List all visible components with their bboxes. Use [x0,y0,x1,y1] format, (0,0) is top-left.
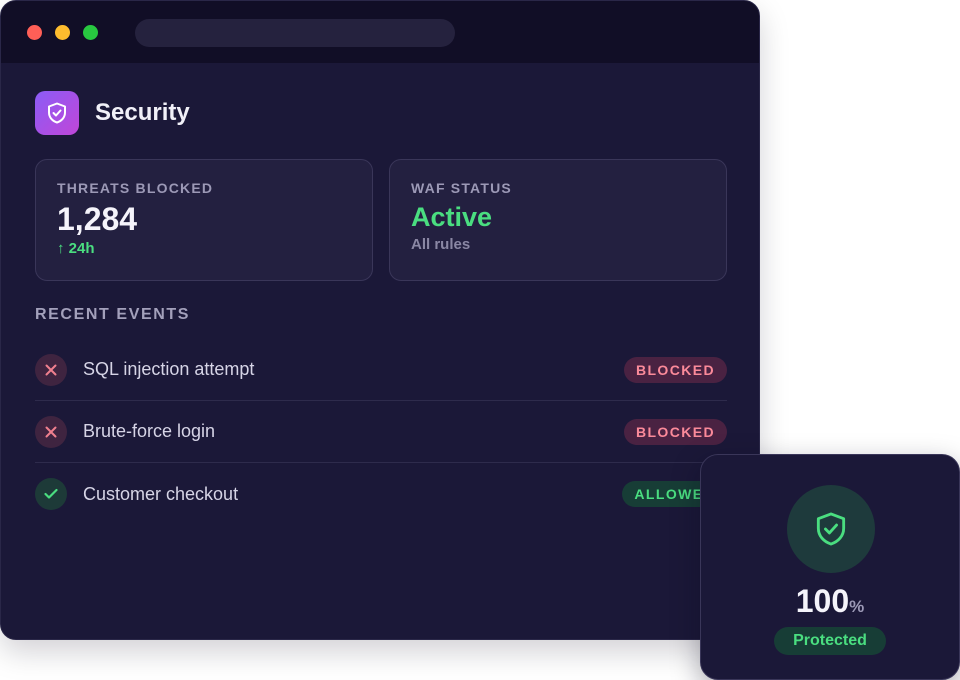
x-icon [35,415,67,448]
page-title: Security [95,99,190,126]
threats-blocked-label: THREATS BLOCKED [57,180,214,196]
protection-unit: % [849,597,865,616]
shield-check-icon [35,91,79,135]
threats-trend: ↑ 24h [57,240,351,257]
check-icon [35,478,67,510]
threats-trend-period: 24h [68,240,95,257]
waf-status-card: WAF STATUS Active All rules [389,159,727,281]
status-badge: BLOCKED [623,418,727,445]
security-window: Security THREATS BLOCKED 1,284 ↑ 24h WAF… [0,0,760,640]
event-row[interactable]: Brute-force login BLOCKED [35,401,727,463]
protection-status-badge: Protected [774,627,886,655]
status-badge: BLOCKED [623,356,727,383]
event-label: Customer checkout [83,483,239,504]
address-bar[interactable] [135,19,455,47]
event-row[interactable]: SQL injection attempt BLOCKED [35,339,727,401]
maximize-window-button[interactable] [83,25,98,40]
waf-status-sub: All rules [411,236,471,253]
threats-blocked-value: 1,284 [57,201,138,237]
protection-percentage: 100% [701,583,959,620]
protection-value: 100 [795,583,850,619]
threats-blocked-card: THREATS BLOCKED 1,284 ↑ 24h [35,159,373,281]
stage: Security THREATS BLOCKED 1,284 ↑ 24h WAF… [0,0,960,680]
protection-status-card: 100% Protected [700,454,960,680]
title-bar [1,1,759,63]
event-label: SQL injection attempt [83,359,255,379]
x-icon [35,353,67,386]
arrow-up-icon: ↑ [57,240,65,257]
recent-events-title: RECENT EVENTS [35,306,191,323]
waf-status-value: Active [411,202,493,232]
shield-check-icon [787,485,875,573]
minimize-window-button[interactable] [55,25,70,40]
waf-status-label: WAF STATUS [411,180,512,196]
close-window-button[interactable] [27,25,42,40]
app-header: Security [35,91,190,135]
event-row[interactable]: Customer checkout ALLOWED [35,463,727,525]
recent-events-list: SQL injection attempt BLOCKED Brute-forc… [35,339,727,525]
event-label: Brute-force login [83,421,216,441]
